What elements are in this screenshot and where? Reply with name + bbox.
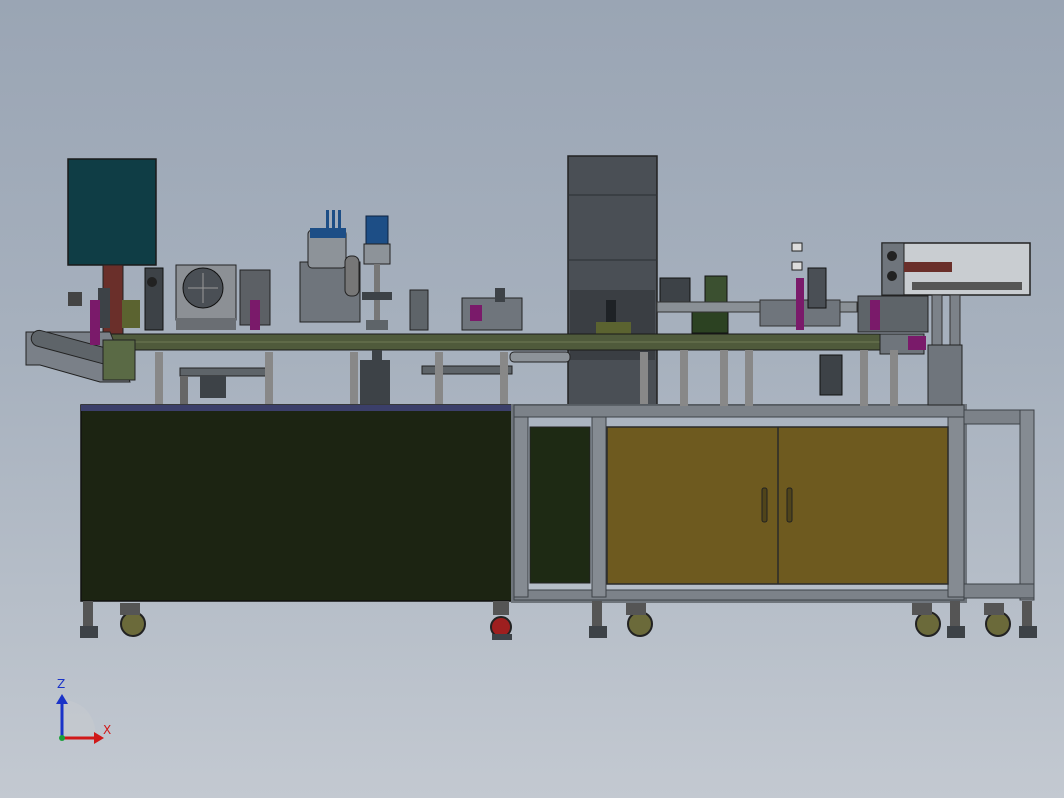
hmi-monitor [67, 158, 157, 336]
assembly-drawing[interactable] [0, 0, 1064, 798]
station-supports [155, 350, 898, 406]
z-axis-label: Z [57, 677, 66, 691]
casters [80, 601, 1037, 640]
press-stations [299, 210, 392, 404]
axis-triad [56, 694, 104, 744]
x-axis-label: X [103, 723, 112, 737]
right-overhead-unit [857, 242, 1031, 406]
machine-base [80, 404, 1035, 603]
cad-viewport[interactable]: Z X [0, 0, 1064, 798]
